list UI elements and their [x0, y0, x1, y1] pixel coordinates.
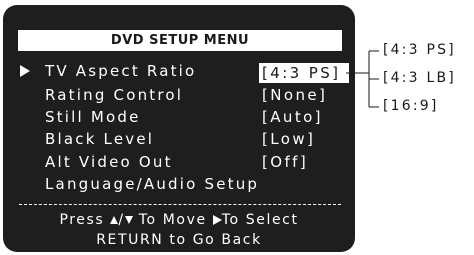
option-4-3-ps: [4:3 PS]	[383, 42, 456, 58]
footer-instructions: Press / To Move To Select	[3, 212, 355, 228]
right-triangle-icon	[212, 215, 222, 225]
down-triangle-icon	[124, 216, 133, 224]
menu-item-alt-video-out[interactable]: Alt Video Out	[45, 152, 173, 173]
footer-to-select-label: To Select	[221, 212, 299, 228]
menu-item-tv-aspect-ratio[interactable]: TV Aspect Ratio	[45, 61, 196, 82]
menu-item-still-mode[interactable]: Still Mode	[45, 107, 141, 128]
value-still-mode[interactable]: [Auto]	[262, 107, 323, 128]
value-rating-control[interactable]: [None]	[262, 85, 327, 106]
menu-item-black-level[interactable]: Black Level	[45, 129, 154, 150]
value-tv-aspect-ratio[interactable]: [4:3 PS]	[259, 63, 349, 83]
menu-item-rating-control[interactable]: Rating Control	[45, 85, 183, 106]
footer-to-move-label: To Move	[138, 212, 207, 228]
menu-divider	[19, 204, 341, 205]
value-alt-video-out[interactable]: [Off]	[262, 152, 308, 173]
menu-item-language-audio-setup[interactable]: Language/Audio Setup	[45, 174, 259, 195]
footer-return-line: RETURN to Go Back	[96, 232, 262, 248]
cursor-arrow-icon	[20, 65, 30, 77]
option-4-3-lb: [4:3 LB]	[383, 70, 456, 86]
menu-title: DVD SETUP MENU	[18, 30, 342, 51]
value-black-level[interactable]: [Low]	[262, 129, 315, 150]
osd-screen: DVD SETUP MENU TV Aspect Ratio Rating Co…	[3, 5, 355, 252]
option-16-9: [16:9]	[383, 98, 439, 114]
footer-press-label: Press	[59, 212, 105, 228]
option-connector-lines	[346, 50, 379, 108]
